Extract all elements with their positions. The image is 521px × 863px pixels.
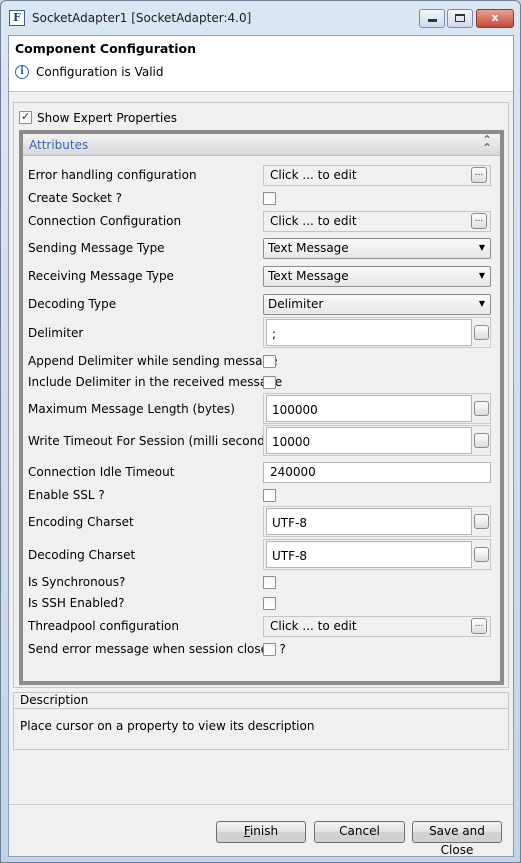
write-timeout-for-session-milli-seconds-input[interactable]: 10000 bbox=[266, 427, 472, 454]
sending-message-type-label: Sending Message Type bbox=[28, 241, 165, 255]
error-handling-configuration-edit-button[interactable]: ... bbox=[471, 167, 487, 183]
create-socket-label: Create Socket ? bbox=[28, 191, 123, 205]
delimiter-browse-button[interactable] bbox=[474, 325, 489, 340]
decoding-type-selected-value: Delimiter bbox=[268, 297, 324, 311]
threadpool-configuration-value: Click ... to edit bbox=[270, 619, 357, 633]
minimize-button[interactable] bbox=[419, 9, 445, 28]
encoding-charset-field-group: UTF-8 bbox=[263, 506, 491, 537]
maximum-message-length-bytes-input[interactable]: 100000 bbox=[266, 395, 472, 422]
send-error-message-when-session-closed-checkbox[interactable] bbox=[263, 643, 276, 656]
attributes-group: Attributes ⌃ ⌃ Error handling configurati… bbox=[19, 130, 504, 685]
delimiter-field-group: ; bbox=[263, 317, 491, 348]
cancel-button[interactable]: Cancel bbox=[314, 821, 405, 843]
attributes-title: Attributes bbox=[29, 138, 89, 152]
page-title: Component Configuration bbox=[15, 41, 197, 56]
threadpool-configuration-field: Click ... to edit bbox=[263, 616, 491, 637]
dialog-client-area: Component Configuration i Configuration … bbox=[8, 35, 514, 857]
delimiter-input[interactable]: ; bbox=[266, 319, 472, 346]
collapse-chevrons-icon[interactable]: ⌃ ⌃ bbox=[482, 134, 492, 154]
dropdown-arrow-icon: ▼ bbox=[478, 271, 485, 280]
config-header: Component Configuration i Configuration … bbox=[9, 36, 513, 92]
encoding-charset-browse-button[interactable] bbox=[474, 514, 489, 529]
decoding-charset-browse-button[interactable] bbox=[474, 547, 489, 562]
dropdown-arrow-icon: ▼ bbox=[478, 243, 485, 252]
is-synchronous-label: Is Synchronous? bbox=[28, 575, 126, 589]
info-icon: i bbox=[15, 65, 29, 79]
decoding-type-select[interactable]: Delimiter ▼ bbox=[263, 294, 491, 315]
write-timeout-for-session-milli-seconds-label: Write Timeout For Session (milli seconds… bbox=[28, 434, 276, 448]
sending-message-type-select[interactable]: Text Message ▼ bbox=[263, 238, 491, 259]
attributes-section: Attributes ⌃ ⌃ Error handling configurati… bbox=[23, 134, 500, 681]
maximize-icon bbox=[455, 14, 465, 22]
show-expert-properties-label: Show Expert Properties bbox=[37, 111, 177, 125]
connection-idle-timeout-label: Connection Idle Timeout bbox=[28, 465, 175, 479]
description-text: Place cursor on a property to view its d… bbox=[20, 719, 315, 733]
expert-properties-panel: Show Expert Properties Attributes ⌃⌃ Err… bbox=[13, 102, 509, 688]
description-panel: Description Place cursor on a property t… bbox=[13, 692, 509, 750]
decoding-charset-input[interactable]: UTF-8 bbox=[266, 541, 472, 568]
show-expert-properties-checkbox[interactable] bbox=[19, 110, 32, 124]
minimize-icon bbox=[427, 19, 437, 22]
is-ssh-enabled-label: Is SSH Enabled? bbox=[28, 596, 125, 610]
attributes-header[interactable]: Attributes ⌃ ⌃ bbox=[23, 134, 500, 156]
append-delimiter-while-sending-message-checkbox[interactable] bbox=[263, 355, 276, 368]
decoding-type-label: Decoding Type bbox=[28, 297, 117, 311]
dialog-window: F SocketAdapter1 [SocketAdapter:4.0] x C… bbox=[0, 0, 521, 863]
app-icon: F bbox=[9, 10, 25, 26]
finish-label: inish bbox=[249, 824, 279, 838]
title-bar[interactable]: F SocketAdapter1 [SocketAdapter:4.0] x bbox=[1, 1, 520, 35]
append-delimiter-while-sending-message-label: Append Delimiter while sending message bbox=[28, 354, 278, 368]
is-synchronous-checkbox[interactable] bbox=[263, 576, 276, 589]
error-handling-configuration-label: Error handling configuration bbox=[28, 168, 197, 182]
window-title: SocketAdapter1 [SocketAdapter:4.0] bbox=[32, 11, 252, 25]
maximize-button[interactable] bbox=[447, 9, 473, 28]
write-timeout-for-session-milli-seconds-field-group: 10000 bbox=[263, 425, 491, 456]
include-delimiter-in-the-received-message-label: Include Delimiter in the received messag… bbox=[28, 375, 283, 389]
connection-configuration-edit-button[interactable]: ... bbox=[471, 213, 487, 229]
connection-configuration-label: Connection Configuration bbox=[28, 214, 182, 228]
validation-status: Configuration is Valid bbox=[36, 65, 164, 79]
close-icon: x bbox=[491, 11, 499, 24]
write-timeout-for-session-milli-seconds-browse-button[interactable] bbox=[474, 433, 489, 448]
description-title: Description bbox=[14, 693, 508, 709]
error-handling-configuration-field: Click ... to edit bbox=[263, 165, 491, 186]
button-bar-separator bbox=[9, 804, 513, 805]
create-socket-checkbox[interactable] bbox=[263, 192, 276, 205]
maximum-message-length-bytes-label: Maximum Message Length (bytes) bbox=[28, 402, 235, 416]
connection-configuration-value: Click ... to edit bbox=[270, 214, 357, 228]
decoding-charset-field-group: UTF-8 bbox=[263, 539, 491, 570]
finish-button[interactable]: Finish bbox=[216, 821, 306, 843]
receiving-message-type-select[interactable]: Text Message ▼ bbox=[263, 266, 491, 287]
dropdown-arrow-icon: ▼ bbox=[478, 299, 485, 308]
encoding-charset-label: Encoding Charset bbox=[28, 515, 134, 529]
save-and-close-button[interactable]: Save and Close bbox=[412, 821, 502, 857]
enable-ssl-label: Enable SSL ? bbox=[28, 488, 105, 502]
encoding-charset-input[interactable]: UTF-8 bbox=[266, 508, 472, 535]
decoding-charset-label: Decoding Charset bbox=[28, 548, 136, 562]
enable-ssl-checkbox[interactable] bbox=[263, 489, 276, 502]
receiving-message-type-selected-value: Text Message bbox=[268, 269, 349, 283]
sending-message-type-selected-value: Text Message bbox=[268, 241, 349, 255]
error-handling-configuration-value: Click ... to edit bbox=[270, 168, 357, 182]
maximum-message-length-bytes-browse-button[interactable] bbox=[474, 401, 489, 416]
threadpool-configuration-label: Threadpool configuration bbox=[28, 619, 180, 633]
send-error-message-when-session-closed-label: Send error message when session closed ? bbox=[28, 642, 286, 656]
maximum-message-length-bytes-field-group: 100000 bbox=[263, 393, 491, 424]
receiving-message-type-label: Receiving Message Type bbox=[28, 269, 174, 283]
close-button[interactable]: x bbox=[476, 9, 514, 28]
connection-idle-timeout-input[interactable]: 240000 bbox=[263, 462, 491, 483]
threadpool-configuration-edit-button[interactable]: ... bbox=[471, 618, 487, 634]
connection-configuration-field: Click ... to edit bbox=[263, 211, 491, 232]
delimiter-label: Delimiter bbox=[28, 326, 84, 340]
include-delimiter-in-the-received-message-checkbox[interactable] bbox=[263, 376, 276, 389]
is-ssh-enabled-checkbox[interactable] bbox=[263, 597, 276, 610]
